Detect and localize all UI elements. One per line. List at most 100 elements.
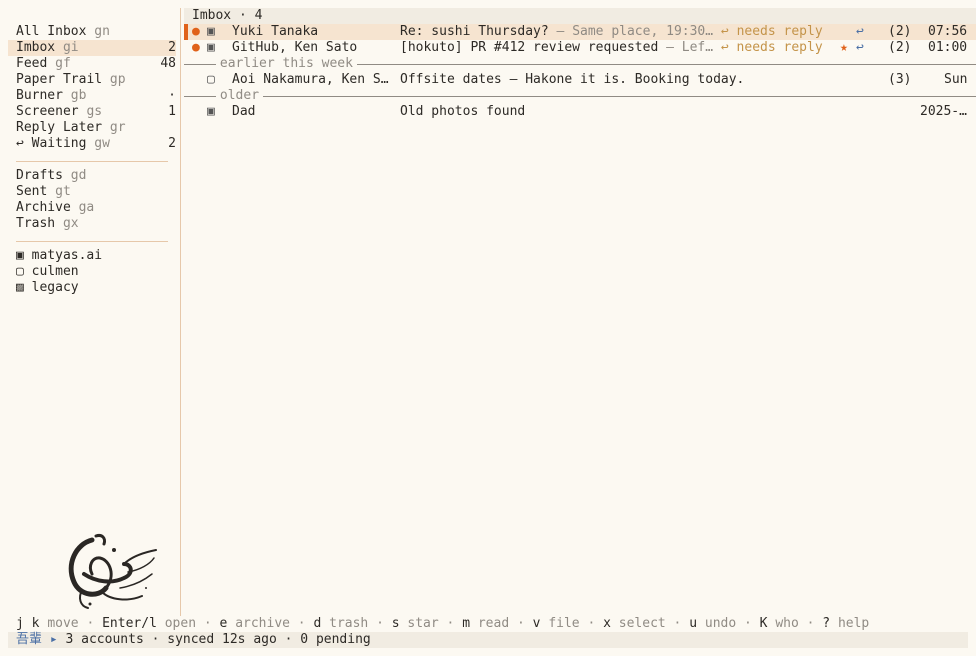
message-row[interactable]: ● ▣ GitHub, Ken Sato [hokuto] PR #412 re… (184, 40, 976, 56)
help-key: m (462, 616, 471, 631)
message-subject: Offsite dates — Hakone it is. Booking to… (400, 72, 745, 87)
help-desc: trash (329, 616, 369, 631)
help-desc: who (775, 616, 799, 631)
help-desc: archive (235, 616, 290, 631)
folder-list: Drafts gd Sent gt Archive ga Trash gx (8, 168, 176, 232)
status-bar: 吾輩 ▸ 3 accounts · synced 12s ago · 0 pen… (8, 632, 968, 648)
help-desc: star (407, 616, 439, 631)
message-snippet: — Same place, 19:30… (548, 24, 714, 39)
account-list: ▣ matyas.ai ▢ culmen ▨ legacy (8, 248, 176, 296)
help-separator: · (736, 616, 760, 631)
help-separator: · (438, 616, 463, 631)
star-icon[interactable]: ★ (840, 40, 848, 56)
help-separator: · (665, 616, 690, 631)
message-row[interactable]: ● ▣ Yuki Tanaka Re: sushi Thursday? — Sa… (184, 24, 976, 40)
sidebar-account-legacy[interactable]: ▨ legacy (8, 280, 176, 296)
section-separator: older (184, 88, 976, 104)
help-key: K (759, 616, 768, 631)
message-sender: GitHub, Ken Sato (232, 40, 358, 55)
sidebar: All Inbox gn Imbox gi 2 Feed gf 48 Paper Trai… (0, 0, 181, 616)
sidebar-item-screener[interactable]: Screener gs 1 (8, 104, 176, 120)
message-subject-line: [hokuto] PR #412 review requested — Lef…… (400, 40, 823, 56)
sidebar-separator (16, 241, 168, 242)
sidebar-account-matyas[interactable]: ▣ matyas.ai (8, 248, 176, 264)
help-separator: · (579, 616, 604, 631)
account-icon: ▢ (207, 72, 215, 87)
help-desc: file (548, 616, 580, 631)
section-label: earlier this week (216, 56, 357, 72)
thread-count: (2) (888, 24, 912, 39)
sidebar-divider (180, 8, 181, 616)
reply-icon: ↩ (856, 40, 864, 55)
thread-count: (2) (888, 40, 912, 55)
account-icon: ▨ (16, 280, 24, 295)
help-separator: · (289, 616, 314, 631)
sidebar-item-reply-later[interactable]: Reply Later gr (8, 120, 176, 136)
reply-icon: ↩ (856, 24, 864, 39)
message-subject: Re: sushi Thursday? (400, 24, 549, 39)
help-key: j k (16, 616, 40, 631)
sidebar-item-all-inbox[interactable]: All Inbox gn (8, 24, 176, 40)
help-key: Enter/l (102, 616, 157, 631)
help-desc: open (164, 616, 197, 631)
message-row[interactable]: ▢ Aoi Nakamura, Ken S… Offsite dates — H… (184, 72, 976, 88)
message-subject: [hokuto] PR #412 review requested (400, 40, 659, 55)
sidebar-item-burner[interactable]: Burner gb · (8, 88, 176, 104)
help-key: u (689, 616, 698, 631)
message-list: Imbox · 4 ● ▣ Yuki Tanaka Re: sushi Thur… (184, 8, 976, 120)
unread-dot-icon: ● (192, 40, 200, 55)
message-snippet: — Lef… (658, 40, 714, 55)
sidebar-item-trash[interactable]: Trash gx (8, 216, 176, 232)
help-desc: help (837, 616, 870, 631)
sidebar-item-sent[interactable]: Sent gt (8, 184, 176, 200)
status-arrow-icon: ▸ (49, 632, 58, 647)
sidebar-item-drafts[interactable]: Drafts gd (8, 168, 176, 184)
sidebar-item-imbox[interactable]: Imbox gi 2 (8, 40, 176, 56)
sidebar-item-paper-trail[interactable]: Paper Trail gp (8, 72, 176, 88)
cursor-bar (184, 24, 188, 40)
message-time: 07:56 (928, 24, 968, 39)
needs-reply-tag: ↩ needs reply (713, 24, 823, 39)
message-row[interactable]: ▣ Dad Old photos found 2025-… (184, 104, 976, 120)
list-header: Imbox · 4 (184, 8, 976, 24)
mailbox-list: All Inbox gn Imbox gi 2 Feed gf 48 Paper Trai… (8, 24, 176, 152)
sidebar-item-feed[interactable]: Feed gf 48 (8, 56, 176, 72)
sidebar-item-archive[interactable]: Archive ga (8, 200, 176, 216)
help-key: s (391, 616, 400, 631)
help-desc: read (477, 616, 510, 631)
help-separator: · (78, 616, 103, 631)
account-icon: ▣ (207, 40, 215, 55)
help-separator: · (368, 616, 392, 631)
help-desc: move (47, 616, 79, 631)
section-label: older (216, 88, 263, 104)
sidebar-account-culmen[interactable]: ▢ culmen (8, 264, 176, 280)
sidebar-separator (16, 161, 168, 162)
help-desc: select (618, 616, 666, 631)
message-time: Sun (944, 72, 968, 87)
account-icon: ▣ (16, 248, 24, 263)
account-icon: ▢ (16, 264, 24, 279)
message-time: 2025-… (920, 104, 967, 119)
sidebar-item-waiting[interactable]: ↩ Waiting gw 2 (8, 136, 176, 152)
message-sender: Aoi Nakamura, Ken S… (232, 72, 389, 87)
message-sender: Dad (232, 104, 256, 119)
account-icon: ▣ (207, 24, 215, 39)
status-text: 3 accounts · synced 12s ago · 0 pending (65, 632, 371, 647)
help-separator: · (509, 616, 533, 631)
app-name: 吾輩 (16, 632, 43, 647)
help-separator: · (196, 616, 220, 631)
help-desc: undo (704, 616, 737, 631)
section-separator: earlier this week (184, 56, 976, 72)
keybinding-help: j k move · Enter/l open · e archive · d … (16, 616, 966, 632)
unread-dot-icon: ● (192, 24, 200, 39)
help-separator: · (798, 616, 823, 631)
message-time: 01:00 (928, 40, 968, 55)
message-subject: Old photos found (400, 104, 526, 119)
cat-ink-logo (68, 534, 157, 609)
thread-count: (3) (888, 72, 912, 87)
help-key: x (603, 616, 611, 631)
account-icon: ▣ (207, 104, 215, 119)
help-key: ? (822, 616, 831, 631)
needs-reply-tag: ↩ needs reply (713, 40, 823, 55)
message-subject-line: Re: sushi Thursday? — Same place, 19:30…… (400, 24, 823, 40)
